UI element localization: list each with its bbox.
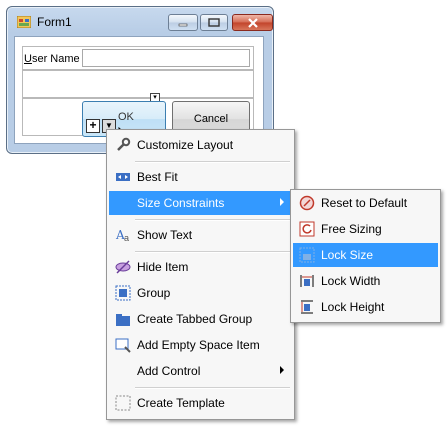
submenu-arrow-icon [280,366,284,374]
menu-separator [135,161,290,163]
app-icon [17,16,31,28]
minimize-icon [178,23,188,26]
menu-item-create-tabbed-group[interactable]: Create Tabbed Group [109,307,292,331]
menu-item-create-template[interactable]: Create Template [109,391,292,415]
best-fit-icon [116,173,130,181]
menu-separator [135,219,290,221]
submenu-item-reset-to-default[interactable]: Reset to Default [293,191,438,215]
maximize-icon [208,18,220,27]
tabbed-group-icon [116,314,130,326]
menu-item-add-control[interactable]: Add Control [109,359,292,383]
menu-item-best-fit[interactable]: Best Fit [109,165,292,189]
reset-icon [299,195,315,211]
close-icon [247,17,258,28]
free-sizing-icon [299,221,315,237]
menu-item-add-empty-space[interactable]: Add Empty Space Item [109,333,292,357]
submenu-arrow-icon [280,198,284,206]
menu-separator [135,387,290,389]
submenu-item-lock-height[interactable]: Lock Height [293,295,438,319]
minimize-button[interactable] [168,14,198,31]
title-bar[interactable]: Form1 [7,7,273,35]
context-menu: Customize Layout Best Fit Size Constrain… [106,129,295,420]
menu-item-show-text[interactable]: A a Show Text [109,223,292,247]
template-icon [115,395,131,411]
submenu-item-free-sizing[interactable]: Free Sizing [293,217,438,241]
window-title: Form1 [37,15,72,29]
user-name-label: User Name [24,53,80,65]
move-handle-icon[interactable]: + [86,119,100,133]
lock-size-icon [299,247,315,263]
text-icon: A a [115,228,129,243]
size-constraints-submenu: Reset to Default Free Sizing Lock Size L… [290,189,441,323]
layout-row-empty [22,70,254,98]
menu-item-hide-item[interactable]: Hide Item [109,255,292,279]
empty-space-icon [115,338,131,353]
wrench-icon [117,137,131,151]
user-name-input[interactable] [82,49,250,67]
submenu-item-lock-width[interactable]: Lock Width [293,269,438,293]
close-button[interactable] [232,14,273,31]
submenu-item-lock-size[interactable]: Lock Size [293,243,438,267]
ok-button-label: OK [118,111,134,123]
menu-separator [135,251,290,253]
cancel-button-label: Cancel [193,113,229,125]
menu-item-size-constraints[interactable]: Size Constraints [109,191,292,215]
menu-item-customize-layout[interactable]: Customize Layout [109,133,292,157]
lock-height-icon [301,300,313,314]
group-icon [115,285,131,301]
hide-icon [115,260,131,274]
svg-text:a: a [124,233,129,243]
maximize-button[interactable] [200,14,228,31]
lock-width-icon [300,275,314,287]
menu-item-group[interactable]: Group [109,281,292,305]
